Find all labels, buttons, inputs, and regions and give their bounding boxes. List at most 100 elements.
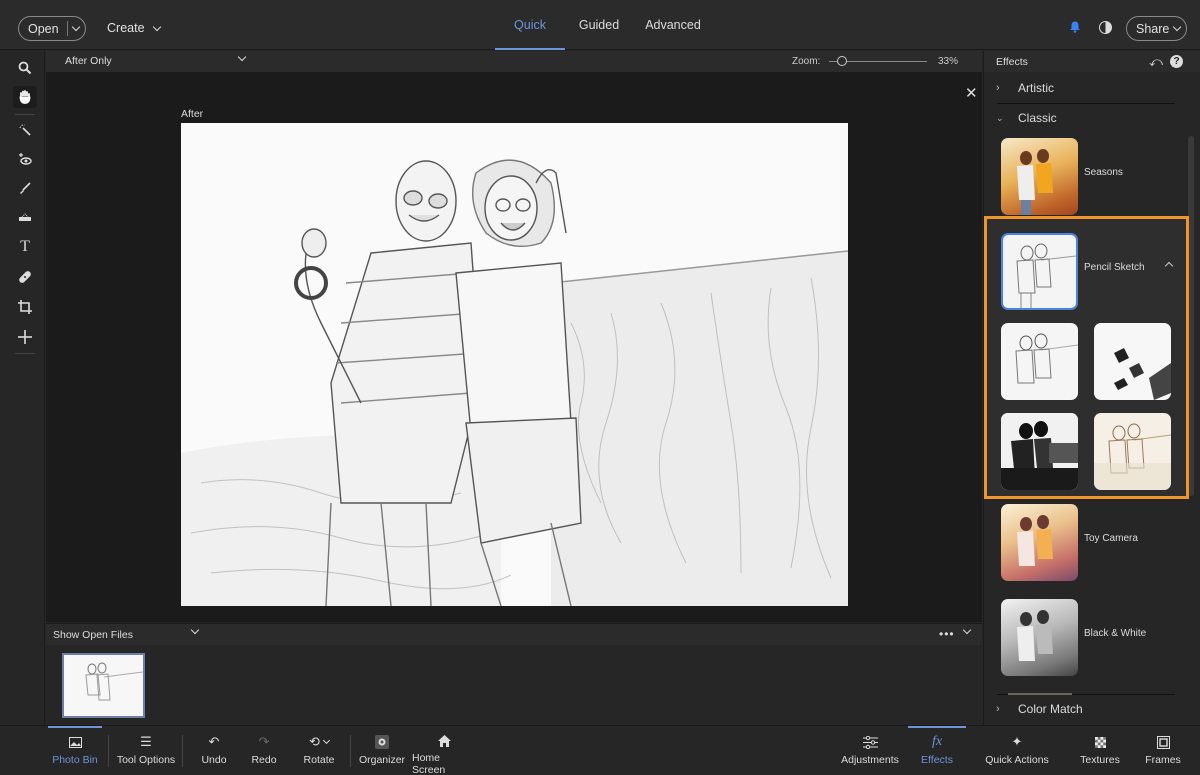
textures-label: Textures [1080,754,1120,766]
category-color-match[interactable]: › Color Match [984,697,1184,721]
mode-tabs: Quick Guided Advanced [495,0,713,50]
chevron-down-icon[interactable] [237,52,247,62]
pencil-sketch-photo[interactable] [181,123,848,606]
zoom-tool[interactable] [13,57,37,79]
category-classic[interactable]: ⌄ Classic [984,106,1184,130]
tools-panel: T [5,51,45,725]
tab-advanced[interactable]: Advanced [633,0,713,50]
view-bar: After Only Zoom: 33% [46,51,982,72]
quick-actions-button[interactable]: ✦ Quick Actions [984,726,1050,775]
photo-icon [68,734,82,750]
tool-divider [15,114,35,115]
organizer-button[interactable]: Organizer [359,726,405,775]
category-label: Classic [1018,111,1057,125]
type-tool[interactable]: T [13,236,37,258]
bell-icon[interactable] [1069,21,1081,33]
rotate-label: Rotate [303,754,335,766]
effect-label-pencil-sketch: Pencil Sketch [1084,262,1145,273]
bandage-icon [19,271,31,283]
share-label: Share [1136,21,1170,36]
sparkle-icon: ✦ [1011,734,1023,749]
level-icon [19,213,31,221]
spot-healing-tool[interactable] [13,266,37,288]
category-artistic[interactable]: › Artistic [984,76,1184,100]
tool-options-button[interactable]: ☰ Tool Options [115,726,177,775]
magic-wand-icon [19,124,31,136]
zoom-label: Zoom: [792,56,821,67]
brush-icon [20,182,31,194]
textures-button[interactable]: Textures [1080,726,1120,775]
effect-label-toy-camera: Toy Camera [1084,533,1138,544]
toy-camera-image [1017,515,1053,566]
crop-icon [18,300,32,314]
undo-button[interactable]: ↶ Undo [198,726,230,775]
variant-image [1114,348,1171,400]
chevron-down-icon [152,22,161,31]
open-button[interactable]: Open [18,16,86,41]
redo-button[interactable]: ↷ Redo [248,726,280,775]
quick-selection-tool[interactable] [13,119,37,141]
view-mode-select[interactable]: After Only [65,55,112,67]
category-divider [997,103,1175,104]
open-label: Open [28,21,59,36]
move-icon [18,330,32,344]
contrast-icon[interactable] [1099,21,1112,34]
thumbnail-image [64,655,143,716]
pencil-sketch-variant-1[interactable] [1001,323,1078,400]
reset-icon[interactable]: ⤺ [1149,54,1163,70]
zoom-value: 33% [938,56,959,67]
texture-icon [1094,734,1106,750]
effect-thumb-pencil-sketch[interactable] [1001,233,1078,310]
whiten-teeth-tool[interactable] [13,177,37,199]
effects-button[interactable]: fx Effects [908,726,966,775]
effect-thumb-toy-camera[interactable] [1001,504,1078,581]
crop-tool[interactable] [13,296,37,318]
straighten-tool[interactable] [13,206,37,228]
redo-icon: ↷ [258,734,270,749]
seasons-image [1017,149,1053,215]
pencil-sketch-variant-4[interactable] [1094,413,1171,490]
horizontal-scroll-indicator[interactable] [1008,693,1072,695]
category-label: Artistic [1018,81,1054,95]
red-eye-tool[interactable] [13,148,37,170]
effects-panel-title: Effects [996,56,1028,68]
pencil-sketch-variant-3[interactable] [1001,413,1078,490]
frames-button[interactable]: Frames [1144,726,1182,775]
effect-label-seasons: Seasons [1084,167,1123,178]
create-menu[interactable]: Create [107,21,161,35]
hand-tool[interactable] [13,86,37,108]
home-screen-label: Home Screen [412,752,446,775]
zoom-slider-handle[interactable] [837,56,847,66]
home-icon [437,734,451,748]
effect-thumb-seasons[interactable] [1001,138,1078,215]
pencil-sketch-variant-2[interactable] [1094,323,1171,400]
after-label: After [181,108,204,120]
top-bar: Open Create Quick Guided Advanced Share [0,0,1200,50]
help-icon[interactable]: ? [1170,55,1183,68]
show-open-files-select[interactable]: Show Open Files [53,629,133,641]
tab-quick[interactable]: Quick [495,0,565,50]
chevron-down-icon[interactable] [962,625,972,635]
rotate-button[interactable]: ⟲ Rotate [301,726,337,775]
effect-thumb-black-white[interactable] [1001,599,1078,676]
photo-bin-header: Show Open Files ••• [46,623,982,645]
frame-icon [1156,734,1170,750]
tab-guided[interactable]: Guided [565,0,633,50]
chevron-down-icon[interactable] [190,625,200,635]
adjustments-button[interactable]: Adjustments [840,726,900,775]
rotate-icon: ⟲ [309,734,330,750]
close-icon[interactable]: ✕ [965,84,978,102]
more-options-icon[interactable]: ••• [939,627,955,641]
bottom-divider [108,735,109,767]
pencil-sketch-image [1016,243,1076,308]
chevron-down-icon[interactable] [71,22,80,32]
create-label: Create [107,21,145,35]
open-file-thumbnail[interactable] [62,653,145,718]
adjustments-label: Adjustments [841,754,899,766]
undo-label: Undo [201,754,227,766]
home-screen-button[interactable]: Home Screen [412,726,476,775]
share-button[interactable]: Share [1126,16,1187,41]
photo-bin-button[interactable]: Photo Bin [48,726,102,775]
magnifier-icon [18,61,32,75]
move-tool[interactable] [13,326,37,348]
